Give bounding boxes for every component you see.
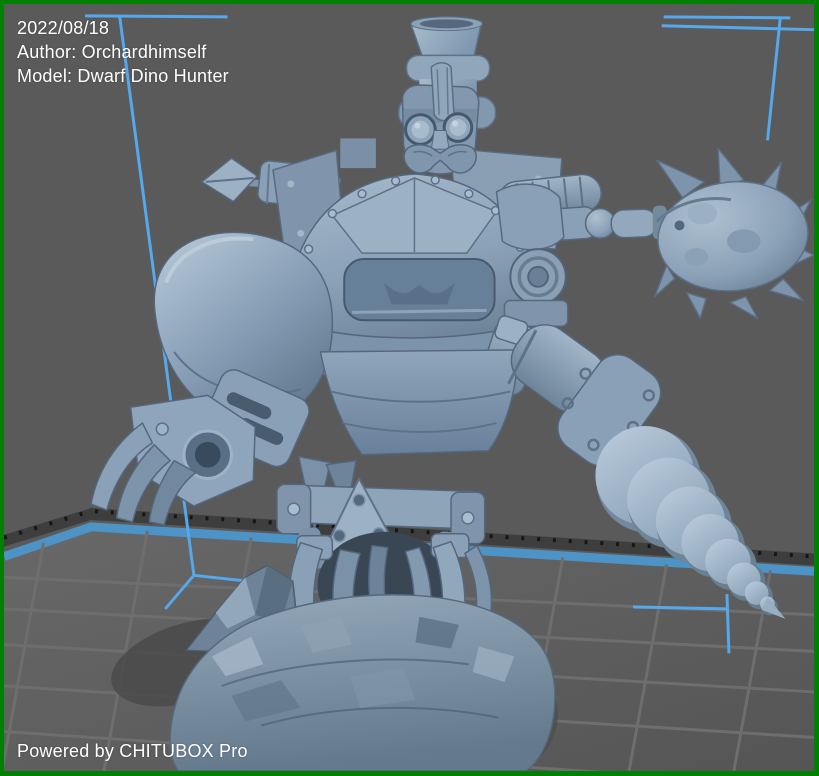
window-frame: 2022/08/18 Author: Orchardhimself Model:…	[0, 0, 819, 776]
mohawk	[431, 63, 454, 121]
scene-svg	[4, 4, 814, 771]
bbox-corner-right-ray1	[633, 607, 728, 609]
3d-viewport[interactable]: 2022/08/18 Author: Orchardhimself Model:…	[4, 4, 814, 771]
bbox-top-edge-right	[664, 17, 791, 18]
bbox-top-edge-left	[85, 16, 227, 17]
bbox-corner-right-ray2	[727, 594, 729, 653]
